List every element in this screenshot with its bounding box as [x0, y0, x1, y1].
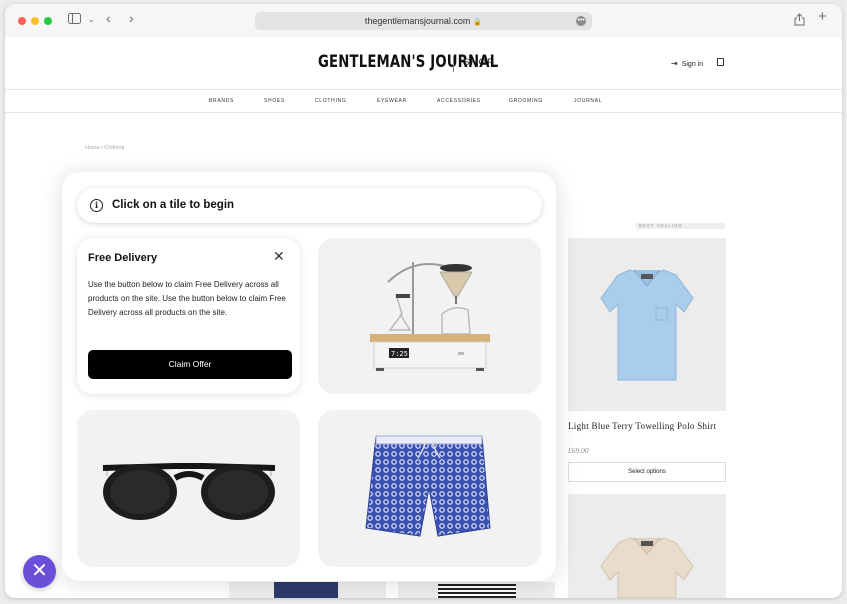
product-price: £69.00 [568, 446, 589, 455]
swim-shorts-tile[interactable] [318, 410, 541, 567]
browser-toolbar: ⌄ ‹ › thegentlemansjournal.com 🔒 ••• + [5, 4, 842, 38]
sidebar-icon[interactable] [68, 13, 81, 27]
url-text: thegentlemansjournal.com [364, 16, 471, 26]
swim-shorts-image [365, 435, 491, 537]
info-icon: i [90, 199, 103, 212]
offer-title: Free Delivery [88, 252, 158, 264]
claim-offer-button[interactable]: Claim Offer [88, 350, 292, 379]
coffee-maker-tile[interactable]: 7:25 [318, 238, 541, 394]
browser-window: ⌄ ‹ › thegentlemansjournal.com 🔒 ••• + GE… [5, 4, 842, 598]
logo-divider [453, 56, 454, 72]
maximize-window-button[interactable] [44, 17, 52, 25]
nav-item-eyewear[interactable]: EYEWEAR [377, 98, 407, 104]
instruction-text: Click on a tile to begin [112, 199, 235, 211]
svg-text:7:25: 7:25 [391, 350, 408, 358]
close-overlay-button[interactable]: ✕ [23, 555, 56, 588]
free-delivery-tile[interactable]: Free Delivery ✕ Use the button below to … [77, 238, 300, 394]
chevron-down-icon[interactable]: ⌄ [88, 13, 95, 27]
breadcrumb[interactable]: Home / Clothing [85, 145, 124, 151]
address-bar[interactable]: thegentlemansjournal.com 🔒 ••• [255, 12, 592, 30]
sign-in-link[interactable]: ⇥ Sign in [671, 59, 703, 68]
product-image-beige-polo[interactable] [568, 494, 726, 598]
nav-item-accessories[interactable]: ACCESSORIES [437, 98, 481, 104]
nav-item-brands[interactable]: BRANDS [209, 98, 234, 104]
background-product-card[interactable] [398, 582, 555, 598]
offer-overlay-panel: i Click on a tile to begin Free Delivery… [62, 172, 556, 581]
background-product-card[interactable] [229, 582, 386, 598]
sign-in-icon: ⇥ [671, 59, 678, 68]
best-selling-label: BEST SELLING [636, 223, 725, 229]
close-icon[interactable]: ✕ [273, 249, 285, 263]
offer-description: Use the button below to claim Free Deliv… [88, 280, 286, 317]
minimize-window-button[interactable] [31, 17, 39, 25]
product-name[interactable]: Light Blue Terry Towelling Polo Shirt [568, 421, 726, 432]
sign-in-label: Sign in [681, 61, 704, 68]
nav-item-shoes[interactable]: SHOES [264, 98, 285, 104]
sunglasses-tile[interactable] [77, 410, 300, 567]
forward-icon[interactable]: › [129, 11, 134, 25]
close-window-button[interactable] [18, 17, 26, 25]
product-image-blue-polo[interactable] [568, 238, 726, 411]
site-header: GENTLEMAN'S JOURNAL SHOP ⇥ Sign in [5, 38, 842, 90]
shop-label[interactable]: SHOP [463, 57, 495, 68]
nav-item-grooming[interactable]: GROOMING [509, 98, 543, 104]
share-icon[interactable] [794, 13, 805, 29]
coffee-maker-image: 7:25 [370, 262, 490, 371]
lock-icon: 🔒 [473, 19, 483, 26]
nav-item-clothing[interactable]: CLOTHING [315, 98, 346, 104]
sunglasses-image [102, 463, 276, 520]
cart-icon[interactable] [717, 58, 724, 66]
main-nav: BRANDS SHOES CLOTHING EYEWEAR ACCESSORIE… [5, 91, 842, 113]
page-options-icon[interactable]: ••• [576, 16, 586, 26]
instruction-bar: i Click on a tile to begin [77, 188, 542, 223]
new-tab-icon[interactable]: + [818, 9, 827, 24]
select-options-button[interactable]: Select options [568, 462, 726, 482]
back-icon[interactable]: ‹ [106, 11, 111, 25]
nav-item-journal[interactable]: JOURNAL [574, 98, 602, 104]
